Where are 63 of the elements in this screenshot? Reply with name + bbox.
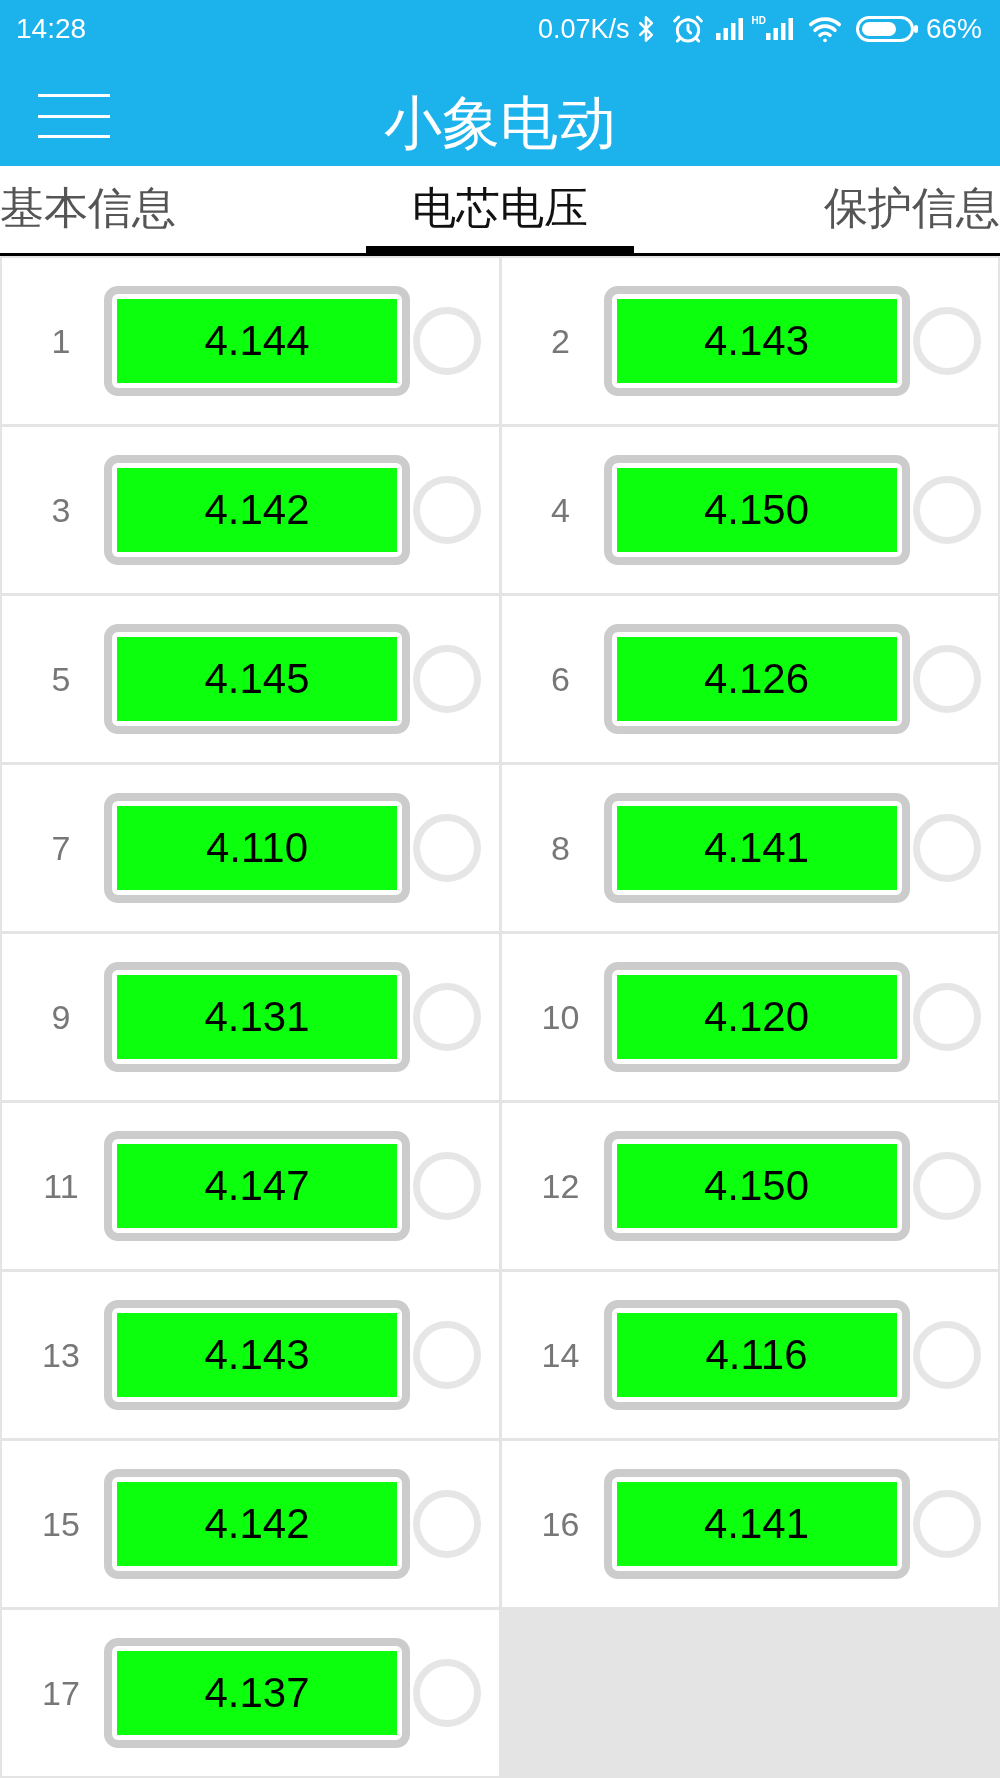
ring-icon xyxy=(912,1321,981,1389)
ring-icon xyxy=(413,814,481,882)
tab[interactable]: 保护信息 xyxy=(800,166,1000,253)
ring-icon xyxy=(413,1490,481,1558)
ring-icon xyxy=(912,983,981,1051)
cell-number: 2 xyxy=(550,324,571,358)
voltage-value: 4.116 xyxy=(616,1313,897,1397)
ring-icon xyxy=(912,1152,981,1220)
ring-icon xyxy=(912,645,981,713)
voltage-value: 4.145 xyxy=(117,637,397,721)
menu-button[interactable] xyxy=(38,92,110,140)
cell-number: 4 xyxy=(550,493,571,527)
cell-number: 17 xyxy=(41,1676,81,1710)
app-title: 小象电动 xyxy=(384,94,616,152)
voltage-value: 4.147 xyxy=(117,1144,397,1228)
battery-percent: 66% xyxy=(925,15,982,43)
ring-icon xyxy=(912,1490,981,1558)
status-time: 14:28 xyxy=(16,15,87,43)
voltage-value: 4.141 xyxy=(616,1482,897,1566)
voltage-value: 4.120 xyxy=(616,975,897,1059)
cell-number: 1 xyxy=(50,324,72,358)
ring-icon xyxy=(912,814,981,882)
voltage-value: 4.150 xyxy=(616,468,897,552)
network-speed: 0.07K/s xyxy=(537,15,630,43)
cell-number: 13 xyxy=(41,1338,81,1372)
cell-number: 7 xyxy=(50,831,72,865)
ring-icon xyxy=(413,307,481,375)
cell-number: 10 xyxy=(540,1000,581,1034)
ring-icon xyxy=(413,1152,481,1220)
voltage-value: 4.143 xyxy=(616,299,897,383)
ring-icon xyxy=(413,983,481,1051)
ring-icon xyxy=(912,476,981,544)
ring-icon xyxy=(413,1321,481,1389)
voltage-value: 4.143 xyxy=(117,1313,397,1397)
ring-icon xyxy=(912,307,981,375)
cell-number: 8 xyxy=(550,831,571,865)
voltage-value: 4.131 xyxy=(117,975,397,1059)
voltage-value: 4.142 xyxy=(117,1482,397,1566)
ring-icon xyxy=(413,1659,481,1727)
cell-number: 15 xyxy=(41,1507,81,1541)
signal-icon xyxy=(715,18,744,40)
network-type-label: HD xyxy=(751,16,766,26)
tab[interactable]: 基本信息 xyxy=(0,166,200,253)
cell-number: 12 xyxy=(540,1169,581,1203)
cell-number: 3 xyxy=(50,493,72,527)
ring-icon xyxy=(413,645,481,713)
cell-number: 14 xyxy=(540,1338,581,1372)
cell-number: 16 xyxy=(540,1507,581,1541)
cell-number: 11 xyxy=(42,1169,80,1203)
cell-number: 6 xyxy=(550,662,571,696)
ring-icon xyxy=(413,476,481,544)
voltage-value: 4.137 xyxy=(117,1651,397,1735)
voltage-value: 4.142 xyxy=(117,468,397,552)
voltage-value: 4.126 xyxy=(616,637,897,721)
voltage-value: 4.141 xyxy=(616,806,897,890)
cell-number: 9 xyxy=(50,1000,72,1034)
battery-icon xyxy=(855,16,918,42)
signal-icon xyxy=(765,18,794,40)
voltage-value: 4.144 xyxy=(117,299,397,383)
alarm-clock-icon xyxy=(671,13,704,45)
voltage-value: 4.150 xyxy=(616,1144,897,1228)
cell-number: 5 xyxy=(50,662,72,696)
voltage-value: 4.110 xyxy=(117,806,397,890)
